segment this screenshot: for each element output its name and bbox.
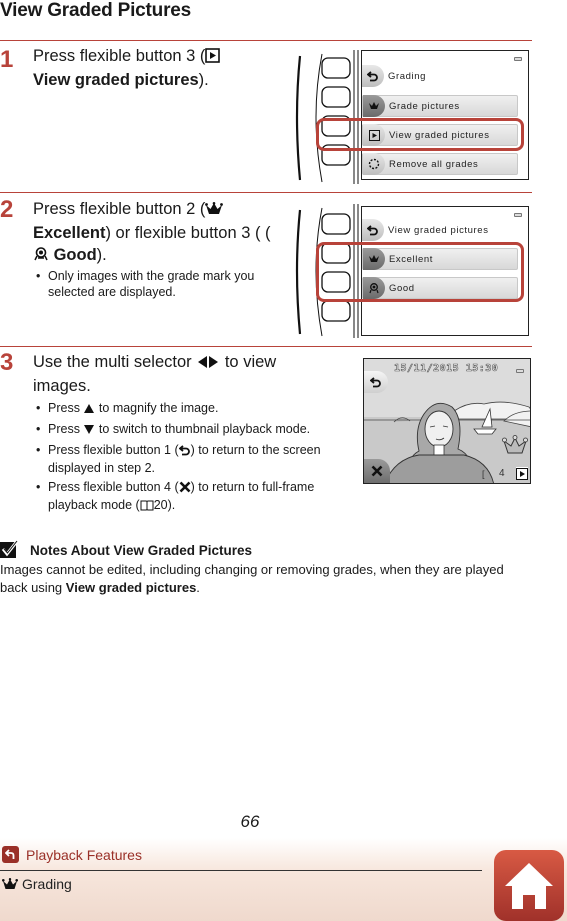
step-3-bullets: Press to magnify the image. Press to swi… (36, 400, 341, 518)
section-divider (0, 40, 532, 41)
camera-illustration: Grading Grade pictures View graded pictu… (292, 46, 532, 186)
bullet-text: to magnify the image. (98, 401, 219, 415)
close-x-icon (179, 481, 191, 497)
section-divider (0, 346, 532, 347)
datetime-stamp: 15/11/2015 15:30 (394, 363, 499, 375)
dotted-circle-icon (363, 153, 385, 175)
back-icon[interactable] (362, 219, 384, 241)
return-arrow-icon (2, 846, 19, 863)
menu-item-grade-pictures[interactable]: Grade pictures (362, 95, 518, 117)
bullet-text: to switch to thumbnail playback mode. (98, 422, 311, 436)
crown-icon (2, 877, 18, 891)
step-2-text: Press flexible button 2 ( Excellent) or … (33, 198, 283, 268)
section-divider (0, 192, 532, 193)
bullet-text: ). (167, 498, 176, 512)
notes-heading-text: Notes About View Graded Pictures (30, 543, 253, 558)
menu-option-name: View graded pictures (33, 71, 199, 89)
left-right-arrows-icon (196, 353, 220, 375)
battery-icon (514, 213, 522, 217)
option-good: Good (53, 246, 97, 264)
step-text-part: images. (33, 377, 91, 395)
step-text-part: Use the multi selector (33, 353, 192, 371)
play-icon (205, 47, 221, 69)
camera-screen: Grading Grade pictures View graded pictu… (361, 50, 529, 180)
page-reference-link[interactable]: 20 (154, 498, 168, 512)
notes-body-end: . (196, 580, 200, 595)
highlight-frame (316, 118, 524, 151)
notes-heading: Notes About View Graded Pictures (0, 539, 253, 561)
section-link[interactable]: Playback Features (2, 846, 142, 863)
step-text-part: Press flexible button 3 ( (33, 47, 206, 65)
bullet-text: Press flexible button 4 ( (48, 480, 179, 494)
notes-text: Images cannot be edited, including chang… (0, 561, 530, 597)
home-button[interactable] (494, 850, 564, 921)
playback-screen: 15/11/2015 15:30 [ 4 (363, 358, 531, 484)
bullet-text: Press (48, 401, 80, 415)
play-icon (516, 468, 528, 480)
footer: Playback Features Grading (0, 838, 567, 921)
subsection-label-text: Grading (22, 876, 72, 892)
footer-divider (0, 870, 482, 871)
bullet-item: Only images with the grade mark you sele… (36, 268, 276, 300)
medal-icon (33, 246, 49, 268)
bullet-item: Press flexible button 1 () to return to … (36, 442, 341, 476)
sample-photo (364, 359, 530, 483)
subsection-label: Grading (2, 876, 72, 892)
step-text-part: ). (96, 246, 107, 264)
crown-icon (363, 95, 385, 117)
bullet-text: Press (48, 422, 80, 436)
memory-indicator: [ (482, 469, 485, 479)
home-icon (505, 862, 553, 909)
menu-title-row: View graded pictures (362, 219, 489, 241)
menu-item-label: Remove all grades (389, 158, 479, 170)
step-number: 3 (0, 349, 14, 376)
camera-body-outline (295, 50, 359, 184)
menu-item-label: Grade pictures (389, 100, 460, 112)
camera-illustration: View graded pictures Excellent Good (292, 200, 532, 340)
page-title: View Graded Pictures (0, 0, 192, 21)
playback-mode-indicator (516, 467, 528, 480)
menu-title: Grading (388, 70, 426, 82)
battery-icon (514, 57, 522, 61)
step-3-text: Use the multi selector to view images. (33, 351, 323, 397)
menu-title-row: Grading (362, 65, 426, 87)
checkmark-icon (0, 539, 20, 561)
back-icon (370, 377, 381, 388)
step-1-text: Press flexible button 3 ( View graded pi… (33, 45, 273, 91)
close-button[interactable] (364, 459, 390, 483)
book-reference-icon (140, 499, 154, 515)
back-icon[interactable] (362, 65, 384, 87)
highlight-frame (316, 242, 524, 302)
menu-option-name: View graded pictures (65, 580, 197, 595)
bullet-item: Press to switch to thumbnail playback mo… (36, 421, 341, 439)
page-number: 66 (240, 812, 260, 831)
excellent-crown-badge-icon (502, 435, 528, 454)
bullet-text: Press flexible button 1 ( (48, 443, 179, 457)
frame-number: 4 (499, 468, 505, 479)
menu-item-remove-all-grades[interactable]: Remove all grades (362, 153, 518, 175)
step-text-part: ) or flexible button 3 ( (105, 224, 261, 242)
step-number: 2 (0, 196, 14, 223)
menu-title: View graded pictures (388, 224, 489, 236)
step-text-part: ). (198, 71, 209, 89)
step-text-part: Press flexible button 2 ( (33, 200, 206, 218)
up-triangle-icon (83, 402, 95, 418)
option-excellent: Excellent (33, 224, 106, 242)
section-link-label[interactable]: Playback Features (26, 847, 142, 863)
back-icon (178, 444, 191, 460)
step-number: 1 (0, 46, 14, 73)
crown-icon (205, 200, 224, 222)
down-triangle-icon (83, 423, 95, 439)
step-2-bullets: Only images with the grade mark you sele… (36, 268, 276, 303)
bullet-item: Press to magnify the image. (36, 400, 341, 418)
bullet-item: Press flexible button 4 () to return to … (36, 479, 341, 515)
back-button[interactable] (364, 371, 388, 393)
step-text-part: to view (224, 353, 277, 371)
battery-icon (516, 369, 524, 373)
close-x-icon (371, 465, 383, 477)
